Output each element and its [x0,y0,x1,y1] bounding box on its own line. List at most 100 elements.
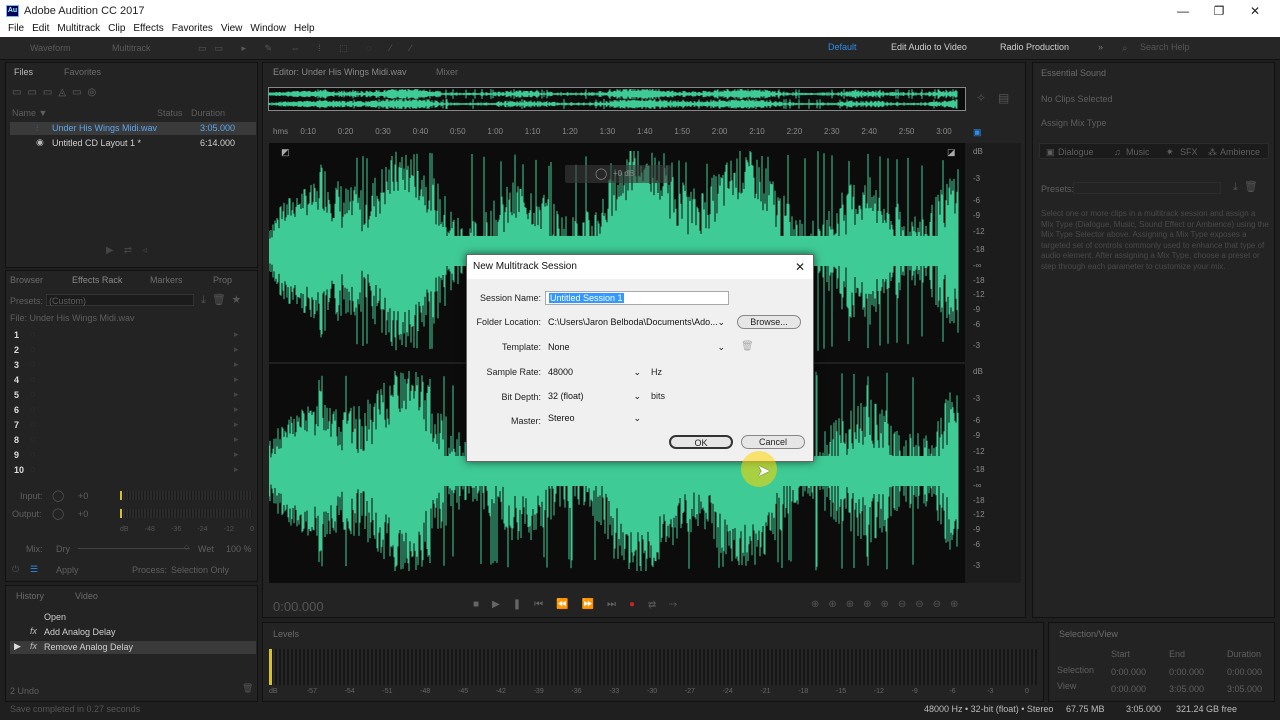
transport-controls[interactable]: ■▶❚⏮⏪⏩⏭●⇄⤑ [473,599,690,610]
mix-type-ambience[interactable]: Ambience [1220,147,1260,157]
menu-edit[interactable]: Edit [32,22,49,35]
tab-browser[interactable]: Browser [10,275,43,285]
effect-slot[interactable]: 7 ◌ ▸ [10,419,250,432]
session-name-input[interactable]: Untitled Session 1 [545,291,729,305]
cancel-button[interactable]: Cancel [741,435,805,449]
mix-slider-handle[interactable]: ○ [184,542,189,552]
template-select[interactable]: None ⌄ [545,340,729,354]
tab-history[interactable]: History [16,591,44,601]
slot-power-icon[interactable]: ◌ [30,344,35,354]
slot-power-icon[interactable]: ◌ [30,464,35,474]
tab-properties[interactable]: Prop [213,275,232,285]
playhead-marker-icon[interactable]: ▣ [973,127,982,138]
menu-file[interactable]: File [8,22,24,35]
slot-power-icon[interactable]: ◌ [30,359,35,369]
file-row[interactable]: ⫶ Under His Wings Midi.wav 3:05.000 [10,122,256,135]
slot-arrow-icon[interactable]: ▸ [234,419,239,430]
tab-files[interactable]: Files [14,67,33,77]
slot-power-icon[interactable]: ◌ [30,449,35,459]
mix-type-sfx[interactable]: SFX [1180,147,1198,157]
slot-arrow-icon[interactable]: ▸ [234,404,239,415]
slot-power-icon[interactable]: ◌ [30,329,35,339]
hud-volume[interactable]: ◯ +0 dB [565,165,671,183]
history-item[interactable]: Open [10,611,256,624]
apply-button[interactable]: Apply [56,565,79,575]
input-knob[interactable]: ◯ [52,489,64,502]
close-window-button[interactable]: ✕ [1240,2,1270,20]
bit-depth-select[interactable]: 32 (float) ⌄ [545,389,645,403]
tab-effects-rack[interactable]: Effects Rack [72,275,122,285]
zoom-controls[interactable]: ⊕⊕⊕⊕⊕⊖⊖⊖⊕ [811,599,967,610]
essential-preset-icons[interactable]: ⤓🗑 [1233,180,1264,194]
slot-power-icon[interactable]: ◌ [30,434,35,444]
view-duration[interactable]: 3:05.000 [1227,684,1262,694]
file-row[interactable]: ◉ Untitled CD Layout 1 * 6:14.000 [10,137,256,150]
waveform-view-button[interactable]: Waveform [30,41,71,55]
zoom-lock-icon[interactable]: ✧ [976,91,986,105]
effect-slot[interactable]: 4 ◌ ▸ [10,374,250,387]
view-start[interactable]: 0:00.000 [1111,684,1146,694]
tab-editor[interactable]: Editor: Under His Wings Midi.wav [273,67,407,77]
slot-arrow-icon[interactable]: ▸ [234,434,239,445]
search-help-input[interactable]: Search Help [1140,42,1190,52]
essential-presets-select[interactable] [1073,182,1221,194]
menu-help[interactable]: Help [294,22,315,35]
master-select[interactable]: Stereo ⌄ [545,411,645,425]
maximize-button[interactable]: ❐ [1204,2,1234,20]
slot-arrow-icon[interactable]: ▸ [234,449,239,460]
workspace-radio-production[interactable]: Radio Production [1000,42,1069,52]
mix-type-dialogue[interactable]: Dialogue [1058,147,1094,157]
process-select[interactable]: Selection Only [171,565,229,575]
slot-power-icon[interactable]: ◌ [30,389,35,399]
col-duration[interactable]: Duration [191,108,225,118]
slot-power-icon[interactable]: ◌ [30,374,35,384]
menu-multitrack[interactable]: Multitrack [57,22,100,35]
slot-arrow-icon[interactable]: ▸ [234,329,239,340]
multitrack-view-button[interactable]: Multitrack [112,41,151,55]
tab-mixer[interactable]: Mixer [436,67,458,77]
menu-view[interactable]: View [221,22,243,35]
slot-arrow-icon[interactable]: ▸ [234,374,239,385]
effect-slot[interactable]: 3 ◌ ▸ [10,359,250,372]
col-status[interactable]: Status [157,108,183,118]
workspace-default[interactable]: Default [828,42,857,52]
mix-slider[interactable] [78,548,190,549]
record-button[interactable]: ● [629,599,648,610]
menu-window[interactable]: Window [250,22,286,35]
effect-slot[interactable]: 9 ◌ ▸ [10,449,250,462]
slot-arrow-icon[interactable]: ▸ [234,344,239,355]
overview-menu-icon[interactable]: ▤ [998,91,1009,105]
delete-template-icon[interactable]: 🗑 [741,341,754,352]
tab-video[interactable]: Video [75,591,98,601]
history-item[interactable]: fx Add Analog Delay [10,626,256,639]
preset-action-icons[interactable]: ⤓🗑★ [201,293,247,307]
selection-duration[interactable]: 0:00.000 [1227,667,1262,677]
effect-slot[interactable]: 10 ◌ ▸ [10,464,250,477]
folder-location-select[interactable]: C:\Users\Jaron Belboda\Documents\Ado... ⌄ [545,315,729,329]
tab-favorites[interactable]: Favorites [64,67,101,77]
selection-end[interactable]: 0:00.000 [1169,667,1204,677]
col-name[interactable]: Name ▼ [12,108,47,118]
dialog-close-button[interactable]: ✕ [795,260,805,274]
slot-arrow-icon[interactable]: ▸ [234,389,239,400]
workspace-edit-audio-to-video[interactable]: Edit Audio to Video [891,42,967,52]
effect-slot[interactable]: 1 ◌ ▸ [10,329,250,342]
view-end[interactable]: 3:05.000 [1169,684,1204,694]
effect-slot[interactable]: 8 ◌ ▸ [10,434,250,447]
effect-slot[interactable]: 5 ◌ ▸ [10,389,250,402]
menu-effects[interactable]: Effects [133,22,163,35]
slot-power-icon[interactable]: ◌ [30,419,35,429]
slot-arrow-icon[interactable]: ▸ [234,464,239,475]
menu-favorites[interactable]: Favorites [172,22,213,35]
power-icon[interactable]: ⏻ [12,564,19,575]
fade-out-handle-icon[interactable]: ◪ [947,147,956,158]
files-toolbar-icons[interactable]: ▭▭▭◬▭◎ [12,87,102,98]
tab-markers[interactable]: Markers [150,275,183,285]
effect-slot[interactable]: 2 ◌ ▸ [10,344,250,357]
mix-type-music[interactable]: Music [1126,147,1150,157]
delete-history-icon[interactable]: 🗑 [242,683,253,694]
output-knob[interactable]: ◯ [52,507,64,520]
selection-start[interactable]: 0:00.000 [1111,667,1146,677]
browse-button[interactable]: Browse... [737,315,801,329]
minimize-button[interactable]: — [1168,2,1198,20]
